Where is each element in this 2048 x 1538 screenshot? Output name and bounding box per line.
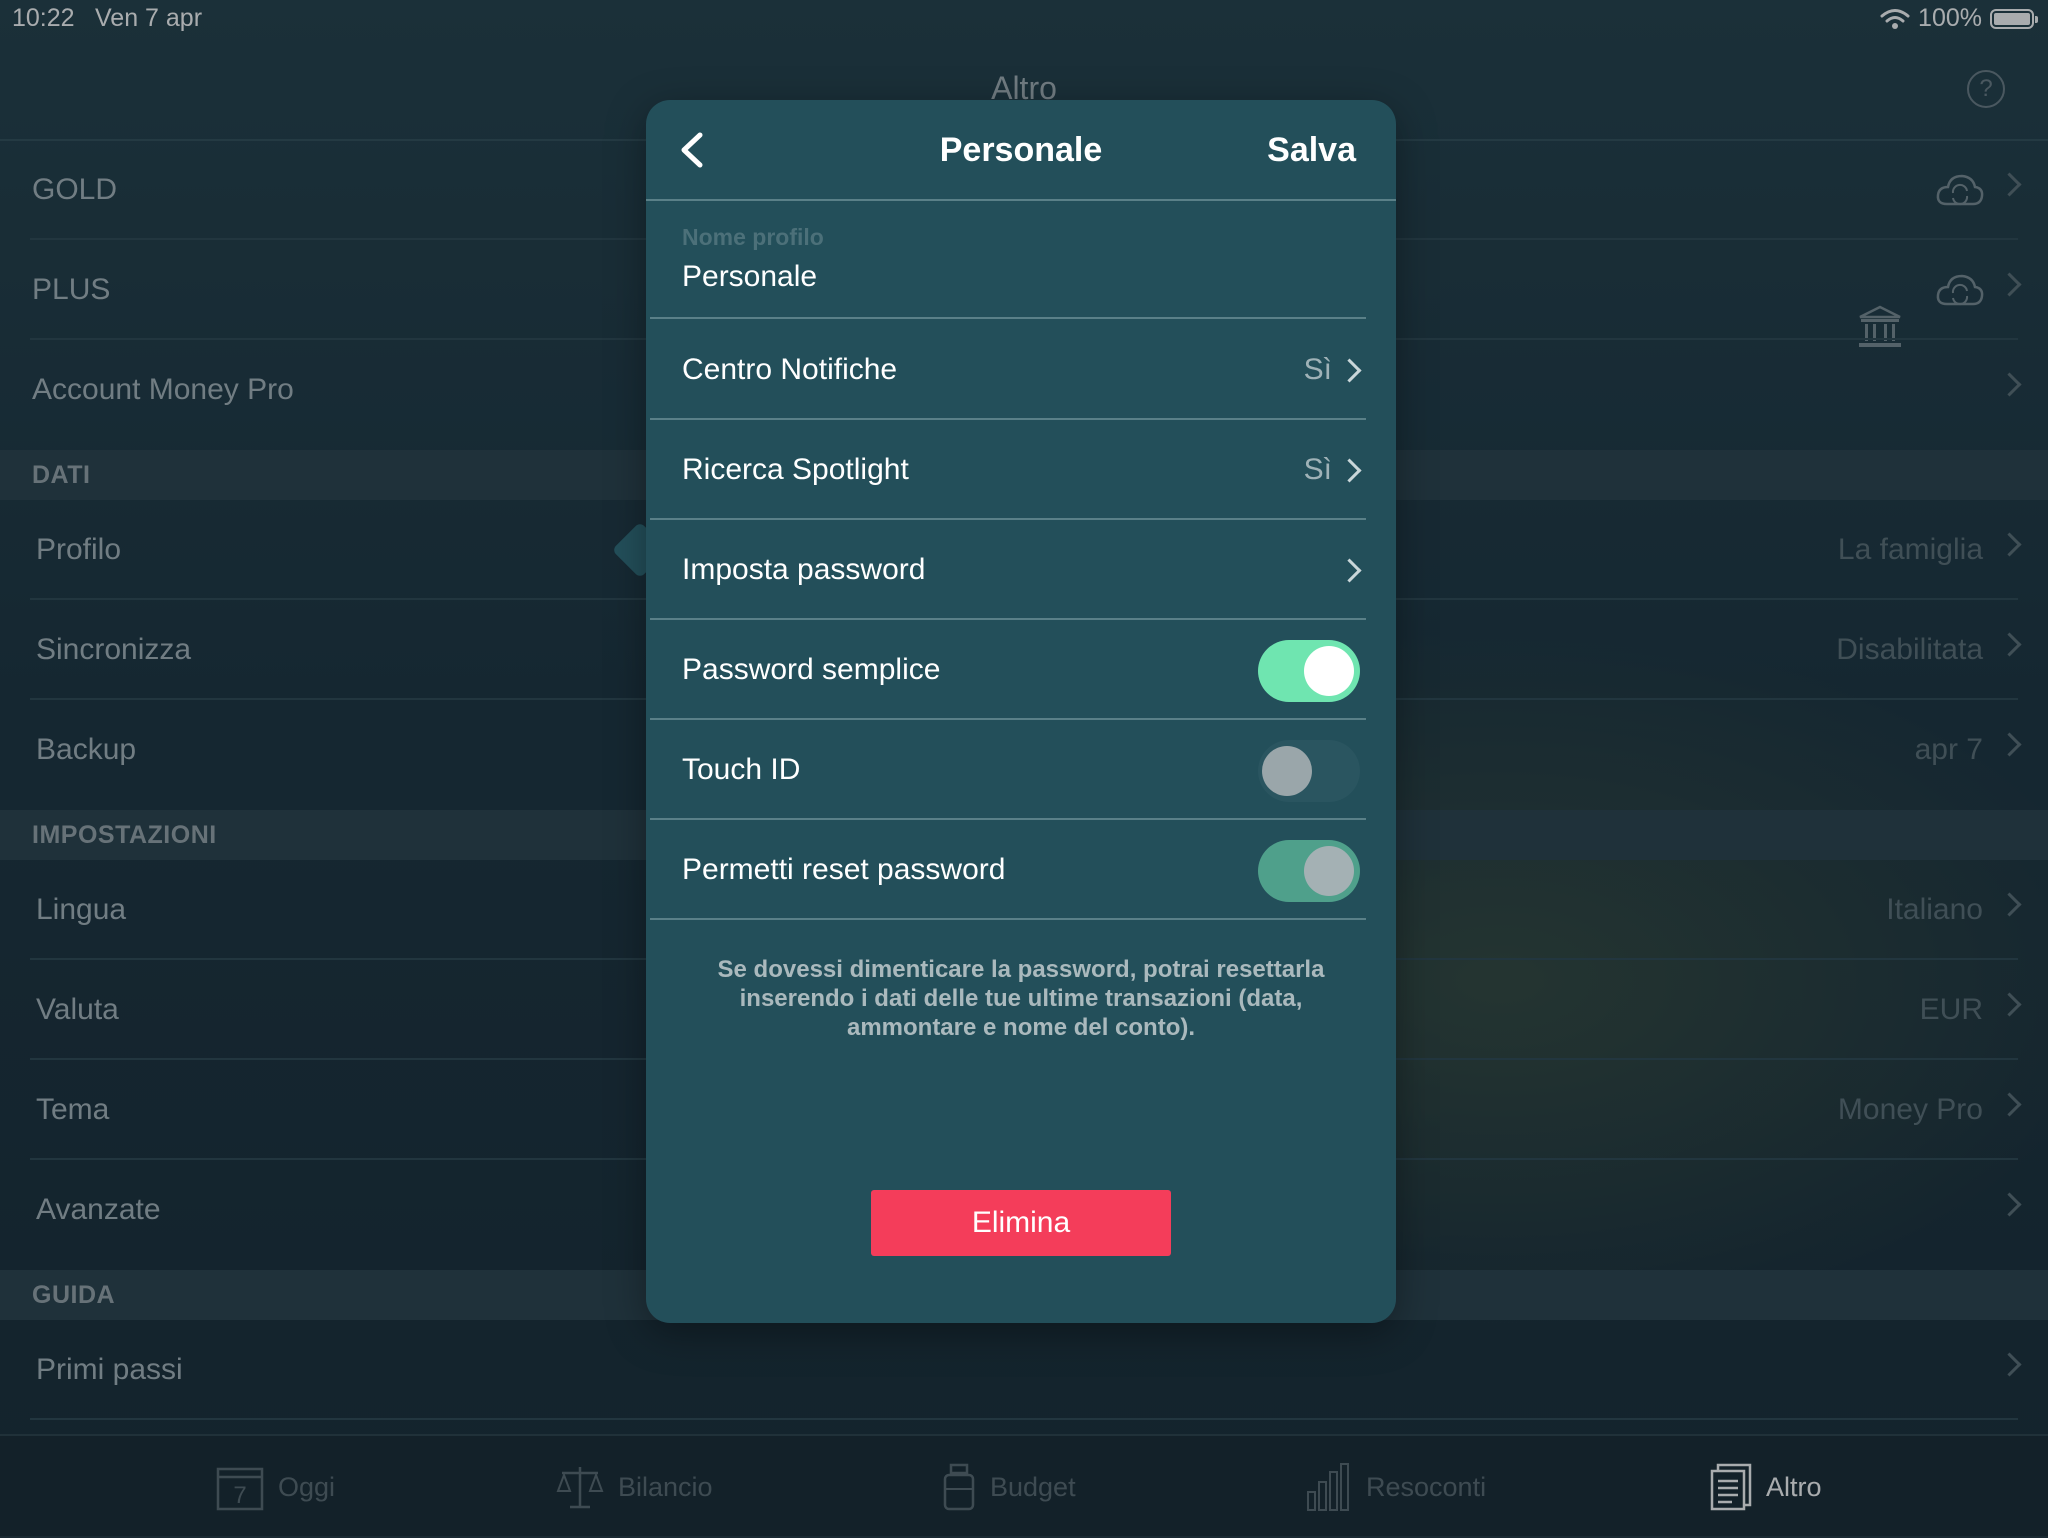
jar-icon	[943, 1463, 975, 1511]
profile-name-label: Nome profilo	[682, 224, 824, 250]
centro-notifiche-label: Centro Notifiche	[682, 353, 898, 386]
password-semplice-toggle[interactable]	[1258, 640, 1360, 702]
touch-id-label: Touch ID	[682, 753, 801, 786]
chevron-right-icon	[1337, 458, 1362, 483]
row-permetti-reset: Permetti reset password	[646, 820, 1396, 920]
wifi-icon	[1880, 8, 1910, 29]
tab-altro[interactable]: Altro	[1710, 1436, 1822, 1538]
row-profilo-value: La famiglia	[1837, 533, 1983, 566]
status-right: 100%	[1880, 4, 2038, 33]
profile-name-field[interactable]: Personale	[682, 260, 817, 294]
row-primi-passi[interactable]: Primi passi	[0, 1320, 2048, 1420]
cloud-sync-icon	[1936, 274, 1984, 306]
row-account-label: Account Money Pro	[32, 373, 294, 406]
document-icon	[1710, 1463, 1752, 1511]
chevron-right-icon	[1997, 632, 2022, 657]
row-imposta-password[interactable]: Imposta password	[646, 520, 1396, 620]
cloud-sync-icon	[1936, 174, 1984, 206]
scale-icon	[556, 1467, 604, 1509]
chevron-right-icon	[1337, 558, 1362, 583]
section-impostazioni-label: IMPOSTAZIONI	[32, 821, 217, 849]
divider	[650, 317, 1366, 319]
row-password-semplice: Password semplice	[646, 620, 1396, 720]
status-time: 10:22	[12, 4, 75, 32]
save-button[interactable]: Salva	[1267, 100, 1356, 200]
toggle-knob	[1304, 846, 1354, 896]
calendar-icon: 7	[216, 1467, 264, 1511]
chevron-right-icon	[1337, 358, 1362, 383]
chevron-right-icon	[1997, 272, 2022, 297]
help-button[interactable]: ?	[1967, 70, 2005, 108]
tab-resoconti[interactable]: Resoconti	[1306, 1436, 1486, 1538]
imposta-password-label: Imposta password	[682, 553, 926, 586]
row-gold-label: GOLD	[32, 173, 118, 206]
chevron-right-icon	[1997, 372, 2022, 397]
tab-resoconti-label: Resoconti	[1366, 1471, 1487, 1502]
row-touch-id: Touch ID	[646, 720, 1396, 820]
tab-bilancio[interactable]: Bilancio	[556, 1436, 713, 1538]
tab-budget-label: Budget	[990, 1471, 1076, 1502]
chevron-right-icon	[1997, 892, 2022, 917]
chevron-right-icon	[1997, 532, 2022, 557]
permetti-reset-toggle[interactable]	[1258, 840, 1360, 902]
row-sincronizza-label: Sincronizza	[36, 633, 192, 666]
password-semplice-label: Password semplice	[682, 653, 941, 686]
ricerca-spotlight-label: Ricerca Spotlight	[682, 453, 909, 486]
row-avanzate-label: Avanzate	[36, 1193, 161, 1226]
popover-header: Personale Salva	[646, 100, 1396, 200]
app-screen: 10:22 Ven 7 apr 100% Altro ? GOLD PLUS A…	[0, 0, 2048, 1538]
divider	[30, 1418, 2018, 1420]
chevron-right-icon	[1997, 172, 2022, 197]
chevron-right-icon	[1997, 992, 2022, 1017]
row-backup-label: Backup	[36, 733, 137, 766]
chevron-right-icon	[1997, 1192, 2022, 1217]
reset-info-note: Se dovessi dimenticare la password, potr…	[717, 956, 1325, 1041]
tab-bilancio-label: Bilancio	[618, 1471, 713, 1502]
row-valuta-label: Valuta	[36, 993, 119, 1026]
status-date: Ven 7 apr	[95, 4, 203, 32]
chevron-right-icon	[1997, 1092, 2022, 1117]
chevron-right-icon	[1997, 732, 2022, 757]
delete-button[interactable]: Elimina	[871, 1190, 1171, 1256]
row-valuta-value: EUR	[1919, 993, 1983, 1026]
status-bar: 10:22 Ven 7 apr 100%	[0, 0, 2048, 40]
tab-bar: 7 Oggi Bilancio Budget Resoconti Altro	[0, 1434, 2048, 1538]
ricerca-spotlight-value: Sì	[1303, 453, 1332, 486]
section-dati-label: DATI	[32, 461, 91, 489]
row-profilo-label: Profilo	[36, 533, 122, 566]
section-guida-label: GUIDA	[32, 1281, 116, 1309]
chevron-right-icon	[1997, 1352, 2022, 1377]
row-plus-label: PLUS	[32, 273, 111, 306]
header-divider	[646, 199, 1396, 201]
toggle-knob	[1262, 746, 1312, 796]
touch-id-toggle[interactable]	[1258, 740, 1360, 802]
row-primi-passi-label: Primi passi	[36, 1353, 183, 1386]
tab-oggi-label: Oggi	[278, 1471, 336, 1502]
centro-notifiche-value: Sì	[1303, 353, 1332, 386]
tab-budget[interactable]: Budget	[942, 1436, 1076, 1538]
row-ricerca-spotlight[interactable]: Ricerca Spotlight Sì	[646, 420, 1396, 520]
row-lingua-label: Lingua	[36, 893, 127, 926]
permetti-reset-label: Permetti reset password	[682, 853, 1006, 886]
bar-chart-icon	[1307, 1463, 1349, 1511]
row-centro-notifiche[interactable]: Centro Notifiche Sì	[646, 320, 1396, 420]
row-backup-value: apr 7	[1914, 733, 1983, 766]
row-tema-value: Money Pro	[1837, 1093, 1983, 1126]
profile-popover: Personale Salva Nome profilo Personale C…	[646, 100, 1396, 1323]
calendar-day: 7	[233, 1482, 246, 1509]
row-sincronizza-value: Disabilitata	[1836, 633, 1983, 666]
row-lingua-value: Italiano	[1886, 893, 1983, 926]
battery-percent: 100%	[1918, 4, 1982, 32]
row-tema-label: Tema	[36, 1093, 110, 1126]
tab-altro-label: Altro	[1766, 1471, 1822, 1502]
toggle-knob	[1304, 646, 1354, 696]
divider	[650, 918, 1366, 920]
battery-icon	[1990, 8, 2038, 29]
tab-oggi[interactable]: 7 Oggi	[216, 1436, 335, 1538]
